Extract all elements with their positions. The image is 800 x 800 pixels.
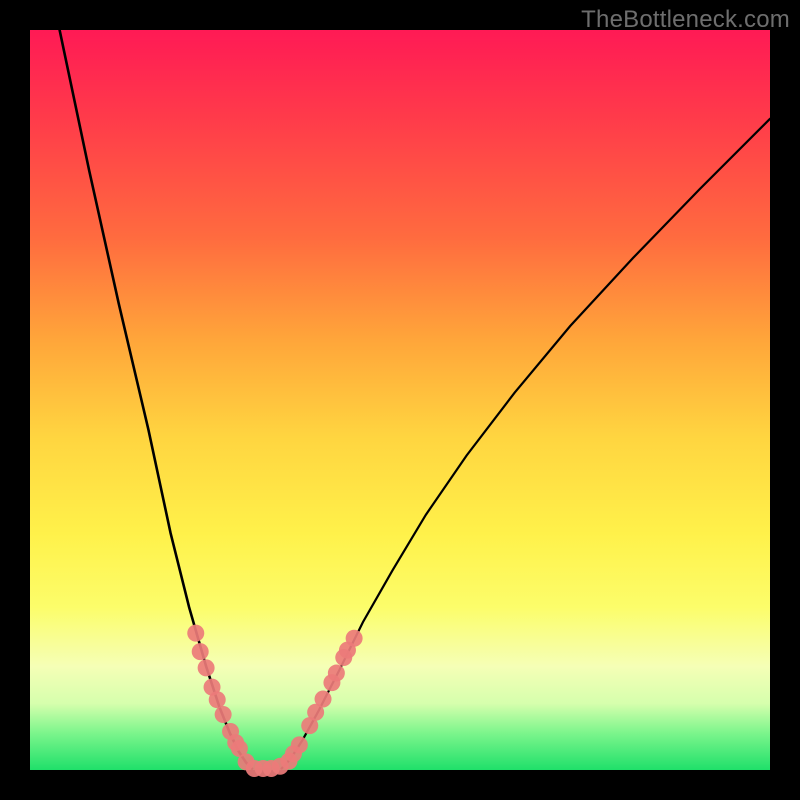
marker-point [198,659,215,676]
marker-point [291,736,308,753]
marker-point [346,630,363,647]
left-curve [60,30,252,769]
watermark-text: TheBottleneck.com [581,6,790,34]
marker-point [328,665,345,682]
highlight-markers [187,625,362,777]
chart-svg [30,30,770,770]
right-curve [282,119,770,769]
marker-point [209,691,226,708]
marker-point [315,690,332,707]
plot-area [30,30,770,770]
marker-point [215,706,232,723]
marker-point [192,643,209,660]
chart-frame: TheBottleneck.com [0,0,800,800]
marker-point [187,625,204,642]
